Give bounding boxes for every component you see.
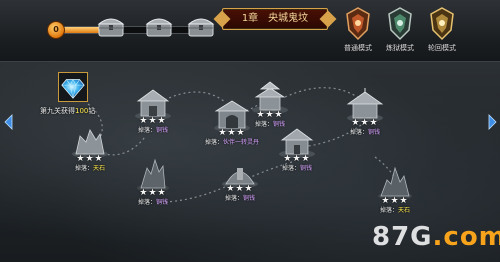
stage-node-9[interactable]: ★★★ 掉落：天石 bbox=[360, 166, 430, 220]
node-8-stars: ★★★ bbox=[351, 118, 379, 128]
grave-mound-icon bbox=[222, 168, 258, 188]
node-8-drop-label: 掉落： bbox=[349, 129, 368, 136]
stage-node-2[interactable]: ★★★ 掉落：天石 bbox=[55, 124, 125, 178]
next-chapter-arrow[interactable] bbox=[488, 114, 498, 130]
rock-spire-icon bbox=[137, 158, 169, 192]
node-9-drop: 掉落：天石 bbox=[345, 207, 445, 215]
watermark-suffix: .com bbox=[432, 222, 500, 252]
dark-peak-icon bbox=[378, 166, 412, 200]
bonus-caption-prefix: 第九关获得 bbox=[40, 107, 75, 115]
palace-icon bbox=[346, 88, 384, 122]
bronze-crest-icon bbox=[346, 7, 370, 41]
previous-chapter-arrow[interactable] bbox=[3, 114, 13, 130]
node-2-stars: ★★★ bbox=[76, 154, 104, 164]
chevron-right-icon bbox=[488, 114, 497, 130]
node-4-drop-label: 掉落： bbox=[204, 139, 223, 146]
watermark-main: 87G bbox=[372, 222, 433, 252]
shrine-icon bbox=[279, 128, 315, 158]
silver-crest-icon bbox=[388, 7, 412, 41]
node-3-drop-value: 铜钱 bbox=[156, 199, 169, 206]
stage-node-3[interactable]: ★★★ 掉落：铜钱 bbox=[118, 158, 188, 212]
node-5-stars: ★★★ bbox=[256, 110, 284, 120]
node-9-drop-value: 天石 bbox=[398, 207, 411, 214]
chapter-banner: 1章 央城鬼坟 bbox=[222, 8, 328, 30]
node-3-stars: ★★★ bbox=[139, 188, 167, 198]
node-1-stars: ★★★ bbox=[139, 116, 167, 126]
bonus-amount: 100 bbox=[75, 107, 89, 115]
gold-crest-icon bbox=[430, 7, 454, 41]
reward-chest-3[interactable] bbox=[186, 14, 216, 38]
node-6-stars: ★★★ bbox=[283, 154, 311, 164]
ruins-icon bbox=[72, 129, 108, 158]
mode-samsara[interactable]: 轮回模式 bbox=[422, 6, 462, 60]
reward-chest-1[interactable] bbox=[96, 14, 126, 38]
node-6-drop-value: 铜钱 bbox=[300, 165, 313, 172]
pagoda-icon bbox=[252, 81, 288, 114]
mode-normal[interactable]: 普通模式 bbox=[338, 6, 378, 60]
chest-icon bbox=[97, 18, 125, 37]
node-2-drop-label: 掉落： bbox=[74, 165, 93, 172]
diamond-icon bbox=[61, 78, 85, 99]
top-bar: 0 1章 央城鬼坟 普通模式 炼狱模式 轮回模式 bbox=[0, 0, 500, 62]
chapter-title: 1章 央城鬼坟 bbox=[241, 13, 309, 24]
star-progress-count: 0 bbox=[47, 21, 65, 39]
node-7-drop: 掉落：铜钱 bbox=[190, 195, 290, 203]
node-7-drop-value: 铜钱 bbox=[243, 195, 256, 202]
stage-node-7[interactable]: ★★★ 掉落：铜钱 bbox=[205, 154, 275, 208]
reward-chest-2[interactable] bbox=[144, 14, 174, 38]
node-2-drop-value: 天石 bbox=[93, 165, 106, 172]
chest-icon bbox=[145, 18, 173, 37]
node-1-drop-value: 铜钱 bbox=[156, 127, 169, 134]
node-9-stars: ★★★ bbox=[381, 196, 409, 206]
node-4-drop-value: 伙伴一转灵丹 bbox=[223, 139, 260, 146]
bonus-caption-suffix: 钻 bbox=[88, 107, 96, 115]
stage-node-8[interactable]: ★★★ 掉落：铜钱 bbox=[330, 88, 400, 142]
mode-samsara-label: 轮回模式 bbox=[428, 44, 456, 52]
node-8-drop: 掉落：铜钱 bbox=[315, 129, 415, 137]
site-watermark: 87G.com bbox=[372, 222, 500, 258]
bonus-caption: 第九关获得100钻 bbox=[40, 106, 120, 116]
node-7-stars: ★★★ bbox=[226, 184, 254, 194]
chest-icon bbox=[187, 18, 215, 37]
chevron-left-icon bbox=[4, 114, 13, 130]
mode-purgatory[interactable]: 炼狱模式 bbox=[380, 6, 420, 60]
tomb-structure-icon bbox=[135, 89, 171, 120]
node-9-drop-label: 掉落： bbox=[379, 207, 398, 214]
node-3-drop: 掉落：铜钱 bbox=[103, 199, 203, 207]
node-3-drop-label: 掉落： bbox=[137, 199, 156, 206]
node-1-drop-label: 掉落： bbox=[137, 127, 156, 134]
stage-node-1[interactable]: ★★★ 掉落：铜钱 bbox=[118, 86, 188, 138]
node-6-drop-label: 掉落： bbox=[281, 165, 300, 172]
node-7-drop-label: 掉落： bbox=[224, 195, 243, 202]
node-8-drop-value: 铜钱 bbox=[368, 129, 381, 136]
stage-map: 第九关获得100钻 ★★★ 掉落：铜钱 ★★★ 掉落：天石 ★★★ 掉落：铜钱 bbox=[0, 62, 500, 262]
bonus-diamond[interactable] bbox=[58, 72, 88, 102]
